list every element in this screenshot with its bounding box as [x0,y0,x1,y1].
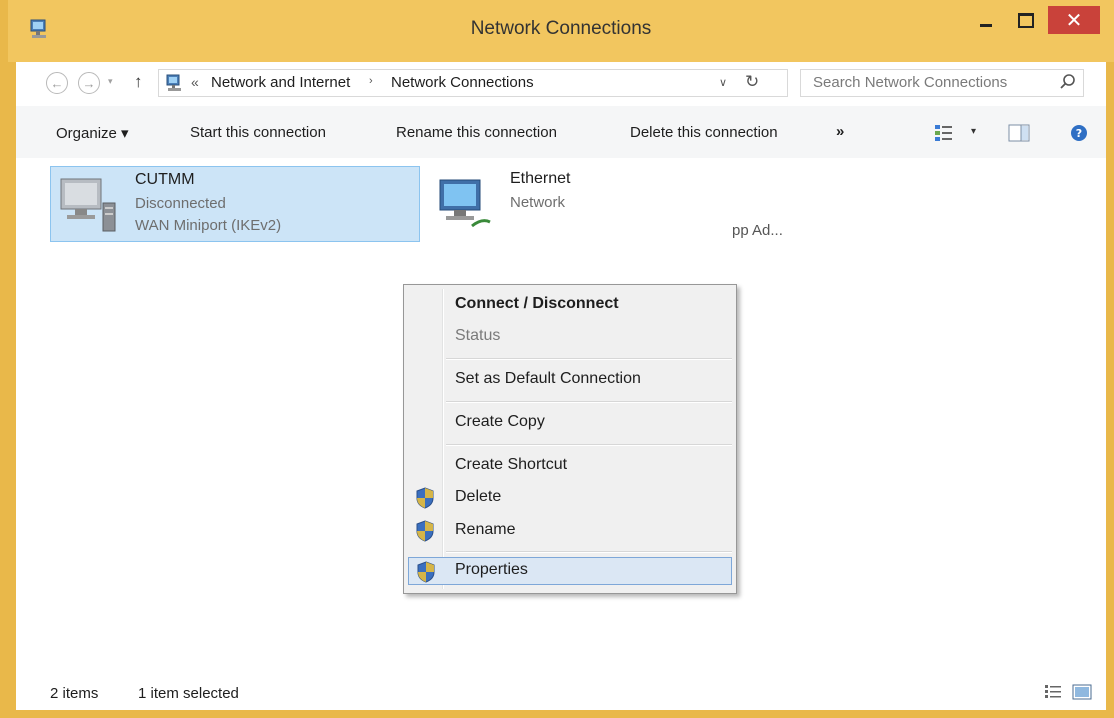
window-client: ← → ▾ ↑ « Network and Internet › Network… [16,62,1106,710]
connection-status: Network [510,194,566,211]
menu-item-label: Set as Default Connection [455,370,641,387]
menu-item-create-copy[interactable]: Create Copy [408,409,732,437]
connection-name: CUTMM [135,171,195,188]
connection-status: Disconnected [135,195,226,212]
svg-text:?: ? [1076,127,1082,140]
context-menu: Connect / Disconnect Status Set as Defau… [403,284,737,594]
menu-item-connect-disconnect[interactable]: Connect / Disconnect [408,291,732,319]
menu-item-set-default[interactable]: Set as Default Connection [408,366,732,394]
explorer-window: Network Connections ✕ ← → ▾ ↑ « Network … [0,0,1114,718]
menu-separator [446,358,732,360]
delete-connection-button[interactable]: Delete this connection [630,124,778,141]
uac-shield-icon [417,561,435,583]
address-dropdown-icon[interactable]: ∨ [719,76,727,89]
close-icon: ✕ [1065,9,1083,32]
view-options-dropdown-icon[interactable]: ▾ [971,126,976,137]
close-button[interactable]: ✕ [1048,6,1100,34]
menu-item-status: Status [408,323,732,351]
change-view-icon[interactable] [934,124,954,142]
menu-item-rename[interactable]: Rename [408,517,732,545]
back-arrow-icon: ← [50,75,64,91]
menu-item-label: Status [455,327,501,344]
large-icons-view-icon[interactable] [1072,684,1092,700]
search-box[interactable]: Search Network Connections [800,69,1084,97]
status-bar: 2 items 1 item selected [16,674,1106,710]
connection-device: WAN Miniport (IKEv2) [135,217,282,234]
navigation-bar: ← → ▾ ↑ « Network and Internet › Network… [16,62,1106,106]
breadcrumb-network-connections[interactable]: Network Connections [391,74,534,91]
search-input[interactable]: Search Network Connections [813,74,1007,91]
back-button[interactable]: ← [46,72,68,94]
refresh-icon[interactable]: ↻ [745,72,759,92]
connection-item-ethernet[interactable]: Ethernet Network pp Ad... [426,166,806,242]
ethernet-connection-icon [439,179,491,228]
up-button[interactable]: ↑ [134,72,143,92]
maximize-icon [1018,12,1034,28]
menu-item-label: Delete [455,488,502,505]
address-bar[interactable]: « Network and Internet › Network Connect… [158,69,788,97]
selection-count: 1 item selected [138,685,239,702]
maximize-button[interactable] [1006,6,1046,34]
more-commands-button[interactable]: » [836,123,844,140]
menu-item-label: Create Shortcut [455,456,568,473]
search-icon[interactable] [1059,73,1077,91]
menu-separator [446,401,732,403]
breadcrumb-network-and-internet[interactable]: Network and Internet [211,74,350,91]
recent-locations-dropdown[interactable]: ▾ [108,76,113,87]
menu-item-delete[interactable]: Delete [408,484,732,512]
uac-shield-icon [416,520,434,542]
rename-connection-button[interactable]: Rename this connection [396,124,557,141]
menu-item-label: Create Copy [455,413,545,430]
command-bar: Organize ▾ Start this connection Rename … [16,106,1106,159]
connection-device: pp Ad... [732,222,783,239]
window-title: Network Connections [470,18,652,39]
forward-button[interactable]: → [78,72,100,94]
title-bar[interactable]: Network Connections ✕ [8,0,1114,62]
menu-item-label: Connect / Disconnect [455,295,619,312]
menu-separator [446,551,732,553]
menu-item-create-shortcut[interactable]: Create Shortcut [408,452,732,480]
minimize-button[interactable] [966,6,1006,34]
forward-arrow-icon: → [82,75,96,91]
item-count: 2 items [50,685,99,702]
vpn-connection-icon [60,178,116,232]
breadcrumb-separator-icon[interactable]: › [369,75,373,87]
minimize-icon [980,23,992,27]
connection-item-cutmm[interactable]: CUTMM Disconnected WAN Miniport (IKEv2) [50,166,420,242]
menu-item-label: Rename [455,521,516,538]
uac-shield-icon [416,487,434,509]
organize-button[interactable]: Organize ▾ [56,124,129,142]
preview-pane-icon[interactable] [1008,124,1030,142]
menu-item-properties[interactable]: Properties [408,557,732,585]
details-view-icon[interactable] [1044,684,1062,700]
breadcrumb-overflow[interactable]: « [191,74,199,90]
menu-separator [446,444,732,446]
network-folder-icon [166,74,181,91]
menu-item-label: Properties [455,561,528,578]
help-icon[interactable]: ? [1070,124,1088,142]
start-connection-button[interactable]: Start this connection [190,124,326,141]
connection-name: Ethernet [510,170,571,187]
